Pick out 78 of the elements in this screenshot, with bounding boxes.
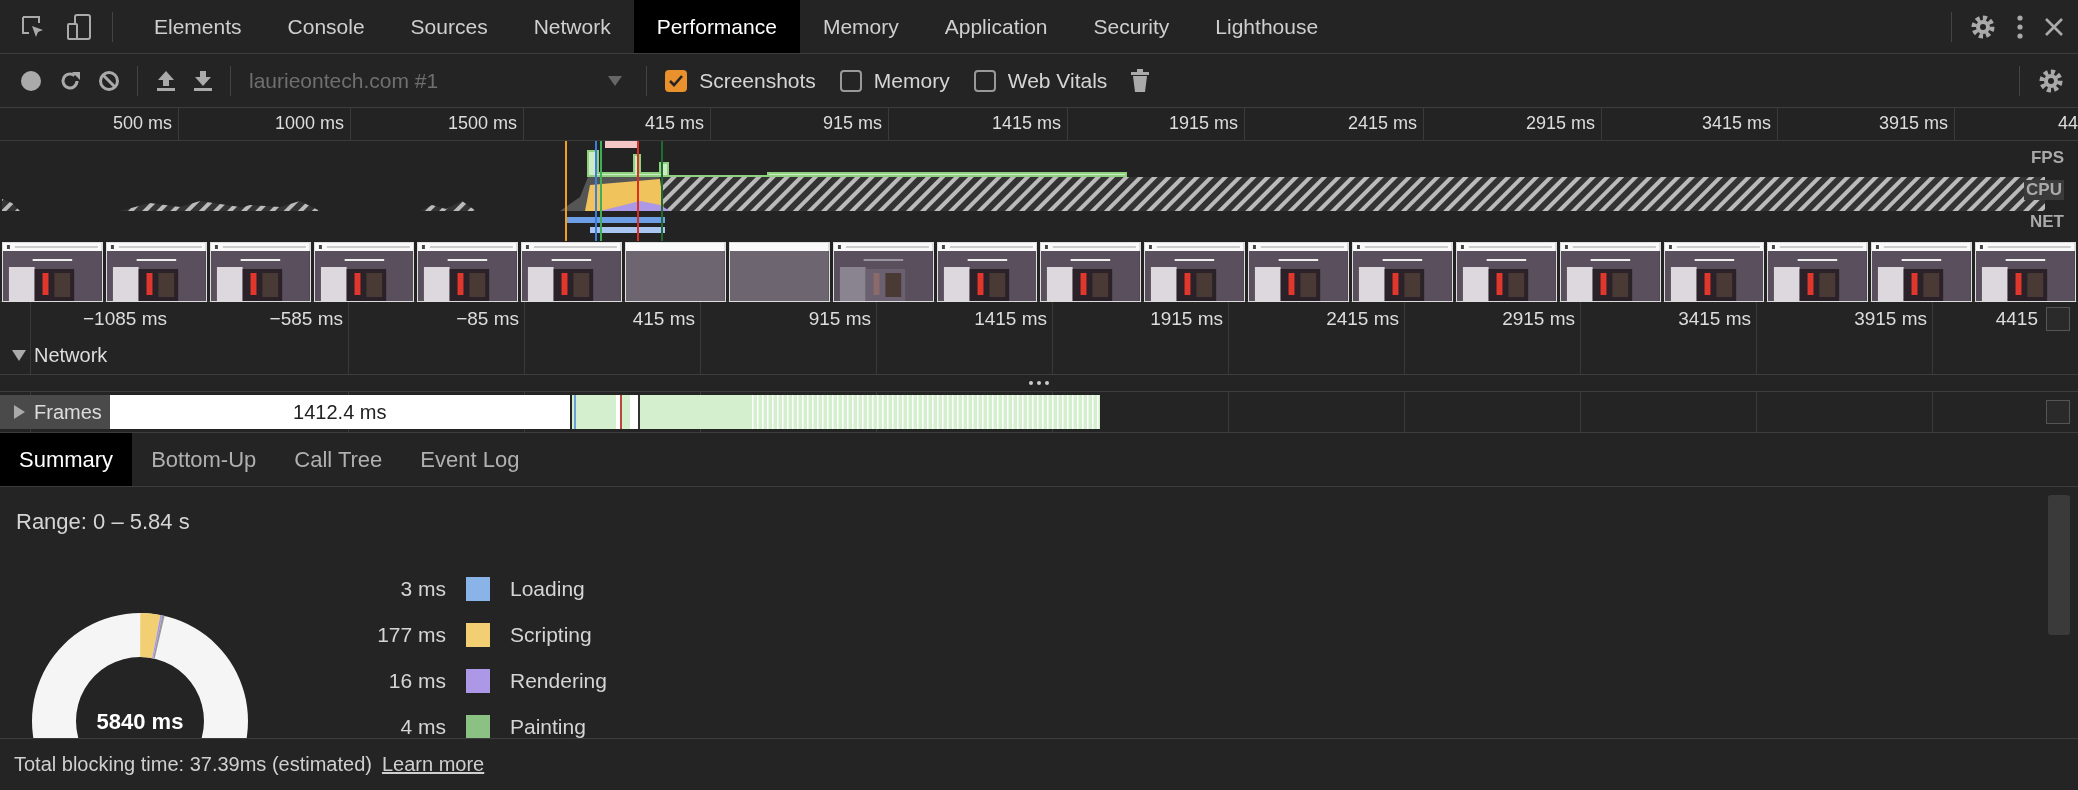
- time-tick-label: 915 ms: [822, 113, 882, 133]
- clear-icon[interactable]: [98, 69, 120, 92]
- settings-icon[interactable]: [1970, 13, 1996, 40]
- time-tick-label: 3415 ms: [1678, 308, 1751, 329]
- lane-label: CPU: [2024, 180, 2064, 200]
- category-label: Scripting: [510, 623, 593, 647]
- time-tick-label: 3915 ms: [1854, 308, 1927, 329]
- time-tick-label: 1915 ms: [1150, 308, 1223, 329]
- time-tick-label: 1415 ms: [991, 113, 1061, 133]
- lane-label: FPS: [2030, 148, 2064, 168]
- record-icon[interactable]: [20, 69, 42, 92]
- time-tick-label: 1000 ms: [274, 113, 344, 133]
- time-tick-label: −85 ms: [456, 308, 519, 329]
- time-tick-label: 915 ms: [808, 308, 871, 329]
- time-tick-label: 2415 ms: [1347, 113, 1417, 133]
- category-time: 4 ms: [399, 715, 446, 738]
- status-text: Total blocking time: 37.39ms (estimated): [14, 753, 372, 776]
- panel-tab[interactable]: Performance: [633, 0, 800, 53]
- panel-tab[interactable]: Lighthouse: [1192, 0, 1342, 53]
- checkbox[interactable]: [665, 69, 688, 92]
- checkbox-label[interactable]: Memory: [873, 68, 950, 93]
- long-frame-bar: [605, 141, 639, 148]
- time-tick-label: 1915 ms: [1168, 113, 1238, 133]
- download-icon[interactable]: [193, 69, 213, 92]
- time-tick-label: 415 ms: [644, 113, 704, 133]
- panel-tab[interactable]: Sources: [387, 0, 511, 53]
- range-text: Range: 0 – 5.84 s: [16, 508, 191, 536]
- checkbox[interactable]: [973, 69, 996, 92]
- panel-tab[interactable]: Console: [264, 0, 388, 53]
- time-tick-label: 3915 ms: [1878, 113, 1948, 133]
- details-tab[interactable]: Summary: [0, 433, 133, 486]
- category-label: Painting: [510, 715, 587, 738]
- time-tick-label: 415 ms: [632, 308, 695, 329]
- time-tick-label: 44: [2057, 113, 2078, 133]
- total-time: 5840 ms: [95, 709, 185, 735]
- category-time: 16 ms: [387, 669, 446, 693]
- track-header[interactable]: Network: [0, 343, 114, 367]
- checkbox[interactable]: [839, 69, 862, 92]
- panel-tab[interactable]: Memory: [799, 0, 922, 53]
- checkbox-label[interactable]: Web Vitals: [1007, 68, 1108, 93]
- caret-icon: [608, 75, 623, 86]
- reload-icon[interactable]: [59, 69, 81, 92]
- time-tick-label: 4415: [1995, 308, 2038, 329]
- scrollbar[interactable]: [2046, 400, 2070, 424]
- frame-duration-bar[interactable]: 1412.4 ms: [109, 395, 570, 429]
- time-tick-label: 2415 ms: [1326, 308, 1399, 329]
- lane-label: NET: [2030, 212, 2064, 232]
- details-tab[interactable]: Call Tree: [275, 433, 402, 486]
- device-toolbar-icon[interactable]: [66, 12, 92, 41]
- cpu-rendering-area: [600, 201, 670, 211]
- checkbox-label[interactable]: Screenshots: [699, 68, 816, 93]
- time-tick-label: −585 ms: [269, 308, 343, 329]
- time-tick-label: 2915 ms: [1525, 113, 1595, 133]
- time-tick-label: 1500 ms: [447, 113, 517, 133]
- more-options-icon[interactable]: [2016, 14, 2024, 39]
- time-tick-label: −1085 ms: [83, 308, 167, 329]
- category-label: Loading: [510, 577, 586, 601]
- time-tick-label: 1415 ms: [974, 308, 1047, 329]
- time-tick-label: 3415 ms: [1701, 113, 1771, 133]
- panel-tab[interactable]: Elements: [131, 0, 265, 53]
- category-time: 177 ms: [376, 623, 446, 647]
- upload-icon[interactable]: [156, 69, 176, 92]
- details-tab[interactable]: Bottom-Up: [132, 433, 276, 486]
- close-icon[interactable]: [2044, 16, 2064, 37]
- trash-icon[interactable]: [1131, 68, 1150, 93]
- time-tick-label: 500 ms: [112, 113, 172, 133]
- track-header[interactable]: Frames: [0, 395, 110, 429]
- settings-icon[interactable]: [2038, 67, 2064, 94]
- details-tab[interactable]: Event Log: [401, 433, 539, 486]
- learn-more-link[interactable]: Learn more: [381, 753, 485, 776]
- category-time: 3 ms: [399, 577, 446, 601]
- resize-handle-icon[interactable]: [1029, 381, 1049, 385]
- panel-tab[interactable]: Security: [1070, 0, 1193, 53]
- panel-tab[interactable]: Application: [921, 0, 1071, 53]
- scrollbar[interactable]: [2046, 307, 2070, 331]
- panel-tab[interactable]: Network: [510, 0, 634, 53]
- time-tick-label: 2915 ms: [1502, 308, 1575, 329]
- category-label: Rendering: [510, 669, 607, 693]
